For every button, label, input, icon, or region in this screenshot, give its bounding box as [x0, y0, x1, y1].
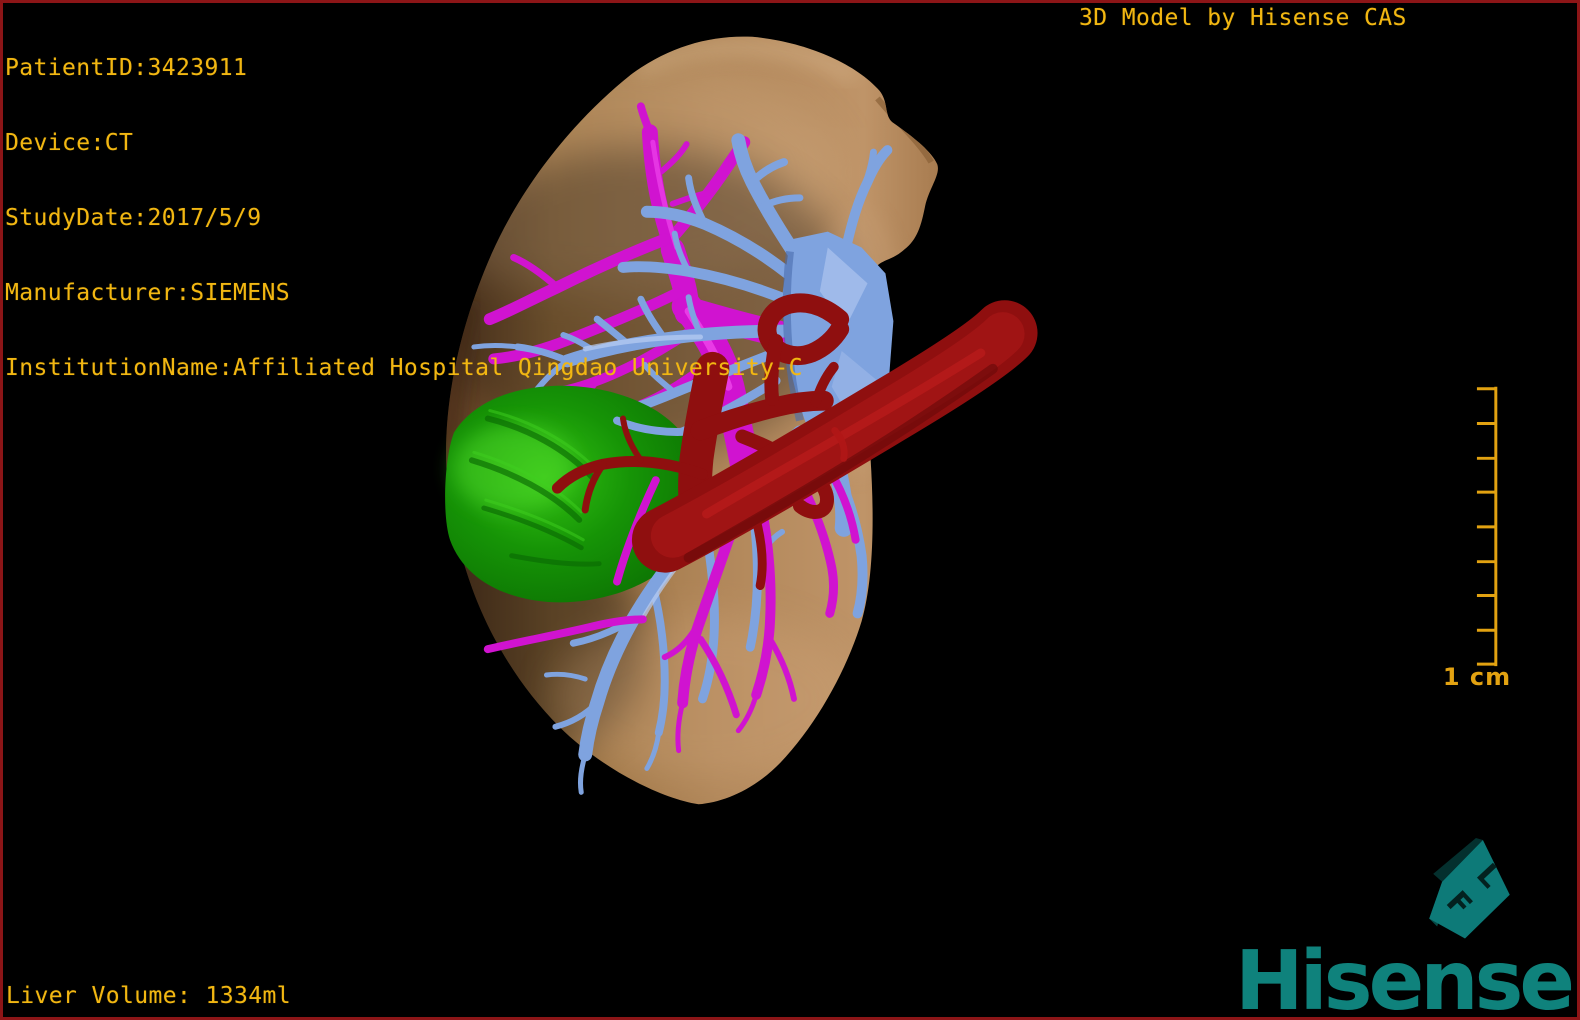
- scale-bar: [1477, 387, 1496, 666]
- device-line: Device:CT: [5, 131, 803, 156]
- cas-3d-viewer-window: F L PatientID:3423911 Device:CT StudyDat…: [0, 0, 1580, 1020]
- patient-id-line: PatientID:3423911: [5, 56, 803, 81]
- manufacturer-line: Manufacturer:SIEMENS: [5, 281, 803, 306]
- liver-volume-readout: Liver Volume: 1334ml: [6, 984, 291, 1009]
- hisense-fl-logo: F L: [1429, 838, 1510, 938]
- patient-info-overlay: PatientID:3423911 Device:CT StudyDate:20…: [5, 6, 803, 431]
- institution-name-line: InstitutionName:Affiliated Hospital Qing…: [5, 356, 803, 381]
- hisense-wordmark: Hisense: [1235, 941, 1571, 1020]
- viewer-title: 3D Model by Hisense CAS: [1079, 6, 1407, 31]
- scale-bar-label: 1 cm: [1439, 663, 1515, 691]
- study-date-line: StudyDate:2017/5/9: [5, 206, 803, 231]
